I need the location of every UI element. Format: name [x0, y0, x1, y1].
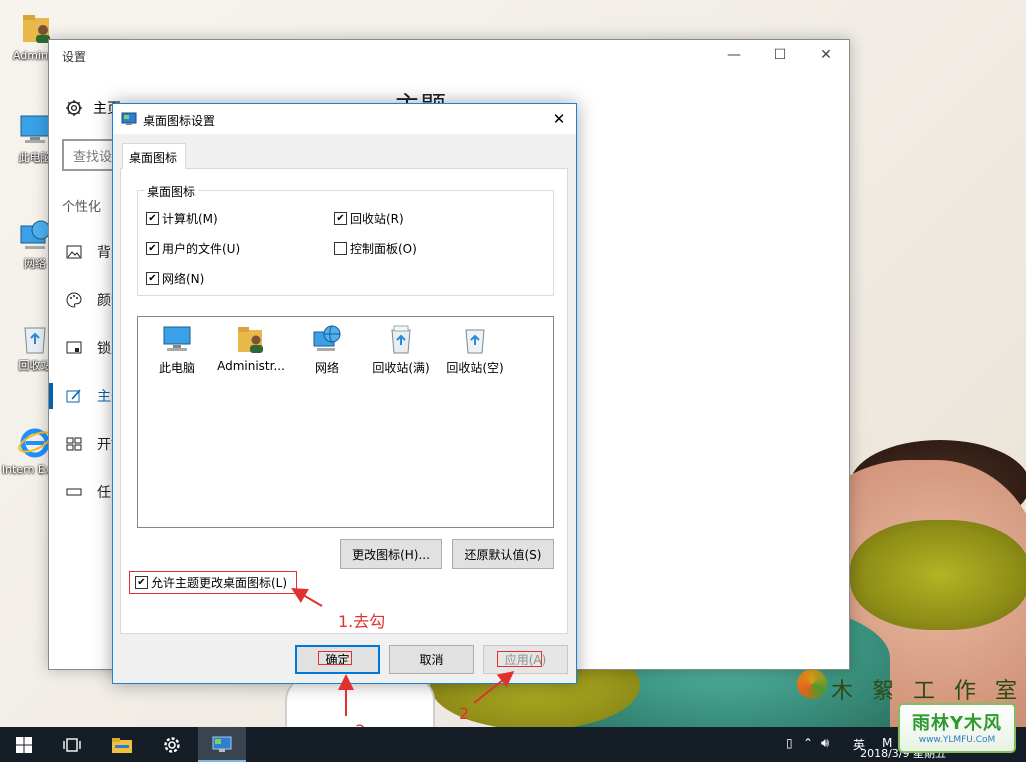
- checkbox-recycle-bin[interactable]: ✔ 回收站(R): [334, 210, 404, 227]
- checkbox-computer[interactable]: ✔ 计算机(M): [146, 210, 218, 227]
- list-item-administrator[interactable]: Administr...: [214, 323, 288, 373]
- wallpaper-logo-text: 木 絮 工 作 室: [831, 679, 1023, 704]
- group-label: 桌面图标: [144, 183, 199, 200]
- list-item-label: 网络: [314, 361, 339, 375]
- checkbox-box: [334, 242, 347, 255]
- checkbox-box: ✔: [146, 272, 159, 285]
- checkbox-control-panel[interactable]: 控制面板(O): [334, 240, 417, 257]
- brush-icon: [65, 387, 83, 405]
- desktop-icon-settings-taskbar-button[interactable]: [198, 727, 246, 762]
- list-item-network[interactable]: 网络: [290, 323, 364, 376]
- annotation-step-2: 2: [459, 704, 470, 723]
- list-item-label: 回收站(空): [446, 361, 504, 375]
- tab-pane: 桌面图标 ✔ 计算机(M) ✔ 回收站(R) ✔ 用户的文件(U) 控制面板(O…: [120, 168, 568, 634]
- checkbox-label: 网络(N): [162, 272, 205, 286]
- start-button[interactable]: [0, 727, 48, 762]
- start-grid-icon: [65, 435, 83, 453]
- checkbox-label: 计算机(M): [162, 212, 218, 226]
- nav-active-indicator: [49, 383, 53, 409]
- battery-icon[interactable]: ▯: [786, 736, 793, 750]
- list-item-recycle-bin-full[interactable]: 回收站(满): [364, 323, 438, 376]
- image-icon: [65, 243, 83, 261]
- file-explorer-button[interactable]: [98, 727, 146, 762]
- annotation-box-ok: [318, 651, 352, 665]
- change-icon-button[interactable]: 更改图标(H)...: [340, 539, 442, 569]
- file-explorer-icon: [112, 737, 132, 753]
- list-item-label: 回收站(满): [372, 361, 430, 375]
- minimize-button[interactable]: —: [711, 40, 757, 70]
- close-button[interactable]: ✕: [803, 40, 849, 70]
- checkbox-box: ✔: [146, 242, 159, 255]
- recycle-bin-empty-icon: [465, 329, 485, 354]
- desktop-settings-icon: [121, 112, 137, 125]
- maximize-button[interactable]: ☐: [757, 40, 803, 70]
- recycle-bin-full-icon: [391, 325, 411, 354]
- checkbox-network[interactable]: ✔ 网络(N): [146, 270, 204, 287]
- annotation-box-allow-themes: [129, 571, 297, 594]
- section-header: 个性化: [62, 200, 102, 215]
- checkbox-label: 用户的文件(U): [162, 242, 241, 256]
- checkbox-label: 控制面板(O): [350, 242, 417, 256]
- tab-desktop-icons[interactable]: 桌面图标: [122, 143, 186, 169]
- list-item-label: Administr...: [217, 359, 285, 373]
- task-view-icon: [63, 737, 81, 752]
- checkbox-box: ✔: [334, 212, 347, 225]
- watermark-text: 雨林Y木风: [911, 713, 1003, 734]
- wallpaper-logo-mark: [797, 669, 827, 699]
- taskbar: ▯ ⌃ 🔊︎ 英 M 2018/3/9 星期五: [0, 727, 1026, 762]
- volume-icon[interactable]: 🔊︎: [821, 736, 829, 751]
- checkbox-label: 回收站(R): [350, 212, 404, 226]
- list-item-this-pc[interactable]: 此电脑: [140, 323, 214, 376]
- watermark-logo: 雨林Y木风 www.YLMFU.CoM: [898, 703, 1016, 753]
- gear-icon: [66, 100, 82, 116]
- computer-icon: [163, 326, 191, 351]
- settings-button[interactable]: [148, 727, 196, 762]
- watermark-url: www.YLMFU.CoM: [918, 735, 996, 745]
- taskbar-icon: [65, 483, 83, 501]
- annotation-box-apply: [497, 651, 542, 667]
- desktop-icon-settings-app-icon: [212, 736, 232, 752]
- restore-default-button[interactable]: 还原默认值(S): [452, 539, 554, 569]
- checkbox-box: ✔: [146, 212, 159, 225]
- desktop-icon-settings-dialog: 桌面图标设置 ✕ 桌面图标 桌面图标 ✔ 计算机(M) ✔ 回收站(R) ✔ 用…: [112, 103, 577, 684]
- desktop-icons-groupbox: 桌面图标 ✔ 计算机(M) ✔ 回收站(R) ✔ 用户的文件(U) 控制面板(O…: [137, 183, 554, 296]
- task-view-button[interactable]: [48, 727, 96, 762]
- list-item-recycle-bin-empty[interactable]: 回收站(空): [438, 323, 512, 376]
- wallpaper-scarf: [850, 520, 1026, 630]
- palette-icon: [65, 291, 83, 309]
- user-folder-icon: [238, 327, 263, 353]
- dialog-close-button[interactable]: ✕: [542, 104, 576, 134]
- lock-screen-icon: [65, 339, 83, 357]
- checkbox-user-files[interactable]: ✔ 用户的文件(U): [146, 240, 240, 257]
- cancel-button[interactable]: 取消: [389, 645, 474, 674]
- desktop-icon-list: 此电脑 Administr... 网络 回收站(满) 回收站(空): [137, 316, 554, 528]
- chevron-up-icon[interactable]: ⌃: [803, 736, 813, 750]
- settings-titlebar[interactable]: 设置 — ☐ ✕: [49, 40, 849, 70]
- network-icon: [313, 325, 341, 351]
- dialog-titlebar[interactable]: 桌面图标设置 ✕: [113, 104, 576, 134]
- annotation-step-1: 1.去勾: [338, 612, 386, 631]
- settings-gear-icon: [164, 736, 180, 753]
- list-item-label: 此电脑: [158, 361, 195, 375]
- dialog-title: 桌面图标设置: [143, 114, 216, 128]
- windows-start-icon: [16, 736, 32, 753]
- settings-title: 设置: [62, 50, 87, 64]
